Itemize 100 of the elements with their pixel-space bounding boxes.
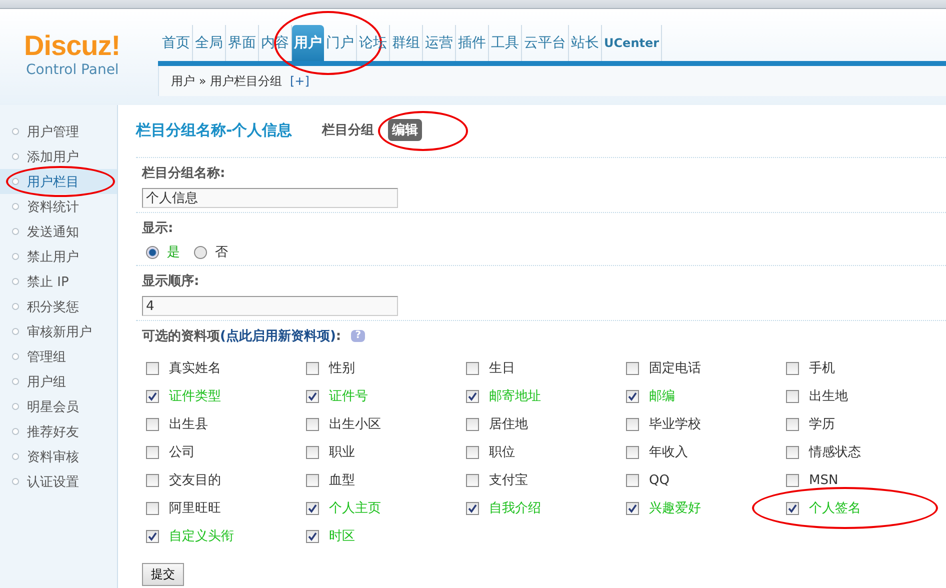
sidebar-item[interactable]: 认证设置	[0, 469, 117, 494]
checkbox[interactable]	[146, 446, 159, 458]
checkbox-label: QQ	[649, 472, 670, 488]
bullet-icon	[12, 453, 19, 460]
checkbox-label: 毕业学校	[649, 416, 701, 433]
radio-label: 否	[215, 244, 228, 261]
checkbox[interactable]	[786, 502, 799, 514]
sidebar-item[interactable]: 明星会员	[0, 394, 117, 419]
checkbox-label: 交友目的	[169, 472, 221, 489]
breadcrumb-text: 用户 » 用户栏目分组	[171, 72, 282, 90]
checkbox[interactable]	[626, 502, 639, 514]
checkbox[interactable]	[786, 446, 799, 458]
bullet-icon	[12, 378, 19, 385]
sidebar-item[interactable]: 用户栏目	[0, 169, 117, 194]
checkbox[interactable]	[466, 390, 479, 402]
sidebar-item[interactable]: 禁止用户	[0, 244, 117, 269]
enable-fields-link[interactable]: (点此启用新资料项)	[220, 329, 336, 344]
tab[interactable]: 栏目分组	[318, 119, 378, 141]
checkbox-label: 阿里旺旺	[169, 500, 221, 517]
checkbox[interactable]	[786, 390, 799, 402]
checkbox[interactable]	[146, 418, 159, 430]
checkbox[interactable]	[466, 362, 479, 374]
sidebar-item[interactable]: 管理组	[0, 344, 117, 369]
field-label: 显示:	[142, 220, 174, 237]
checkbox[interactable]	[146, 474, 159, 486]
checkbox[interactable]	[466, 418, 479, 430]
name-input[interactable]: 个人信息	[142, 188, 398, 208]
checkbox[interactable]	[146, 502, 159, 514]
sidebar-item[interactable]: 用户管理	[0, 119, 117, 144]
checkbox-label: 年收入	[649, 444, 688, 461]
checkbox[interactable]	[146, 390, 159, 402]
checkbox[interactable]	[146, 362, 159, 374]
checkbox[interactable]	[626, 474, 639, 486]
checkbox[interactable]	[466, 474, 479, 486]
checkbox-label: 公司	[169, 444, 195, 461]
bullet-icon	[12, 303, 19, 310]
add-link[interactable]: [+]	[290, 74, 310, 88]
checkbox[interactable]	[626, 390, 639, 402]
radio-label: 是	[167, 244, 180, 261]
checkbox[interactable]	[306, 530, 319, 542]
page-title: 栏目分组名称-个人信息	[136, 120, 292, 140]
checkbox[interactable]	[306, 446, 319, 458]
bullet-icon	[12, 278, 19, 285]
checkbox-label: 固定电话	[649, 360, 701, 377]
checkbox[interactable]	[786, 362, 799, 374]
sidebar-item[interactable]: 资料统计	[0, 194, 117, 219]
field-label: 显示顺序:	[142, 272, 200, 290]
logo-subtitle: Control Panel	[26, 61, 119, 79]
bullet-icon	[12, 403, 19, 410]
submit-button[interactable]: 提交	[142, 563, 184, 586]
checkbox[interactable]	[146, 530, 159, 542]
checkbox[interactable]	[306, 502, 319, 514]
checkbox[interactable]	[306, 390, 319, 402]
checkbox-label: 出生地	[809, 388, 848, 405]
checkbox-label: 时区	[329, 528, 355, 545]
checkbox-label: 出生县	[169, 416, 208, 433]
bullet-icon	[12, 203, 19, 210]
sidebar-item[interactable]: 推荐好友	[0, 419, 117, 444]
sidebar-item[interactable]: 积分奖惩	[0, 294, 117, 319]
checkbox[interactable]	[626, 446, 639, 458]
checkbox-label: MSN	[809, 472, 838, 488]
checkbox[interactable]	[466, 446, 479, 458]
bullet-icon	[12, 228, 19, 235]
checkbox-label: 邮寄地址	[489, 388, 541, 405]
sidebar-item[interactable]: 添加用户	[0, 144, 117, 169]
bullet-icon	[12, 478, 19, 485]
checkbox[interactable]	[786, 418, 799, 430]
field-label: 可选的资料项(点此启用新资料项):	[142, 328, 342, 345]
tab[interactable]: 编辑	[388, 119, 422, 141]
sidebar-item[interactable]: 发送通知	[0, 219, 117, 244]
checkbox[interactable]	[466, 502, 479, 514]
checkbox-label: 出生小区	[329, 416, 381, 433]
bullet-icon	[12, 328, 19, 335]
checkbox-label: 证件号	[329, 388, 368, 405]
checkbox-label: 邮编	[649, 388, 675, 405]
checkbox-label: 自定义头衔	[169, 528, 234, 545]
sidebar-item[interactable]: 审核新用户	[0, 319, 117, 344]
checkbox[interactable]	[626, 418, 639, 430]
checkbox-label: 手机	[809, 360, 835, 377]
bullet-icon	[12, 428, 19, 435]
sidebar-item[interactable]: 用户组	[0, 369, 117, 394]
bullet-icon	[12, 253, 19, 260]
checkbox-label: 血型	[329, 472, 355, 489]
sidebar-item[interactable]: 禁止 IP	[0, 269, 117, 294]
checkbox[interactable]	[306, 418, 319, 430]
order-input[interactable]: 4	[142, 296, 398, 316]
checkbox[interactable]	[626, 362, 639, 374]
radio-button[interactable]	[146, 246, 159, 258]
sidebar-item[interactable]: 资料审核	[0, 444, 117, 469]
checkbox[interactable]	[786, 474, 799, 486]
field-label: 栏目分组名称:	[142, 165, 226, 182]
checkbox[interactable]	[306, 362, 319, 374]
bullet-icon	[12, 178, 19, 185]
checkbox-label: 真实姓名	[169, 360, 221, 377]
radio-button[interactable]	[194, 246, 207, 258]
checkbox-label: 生日	[489, 360, 515, 377]
bullet-icon	[12, 153, 19, 160]
checkbox[interactable]	[306, 474, 319, 486]
checkbox-label: 证件类型	[169, 388, 221, 405]
checkbox-label: 性别	[329, 360, 355, 377]
